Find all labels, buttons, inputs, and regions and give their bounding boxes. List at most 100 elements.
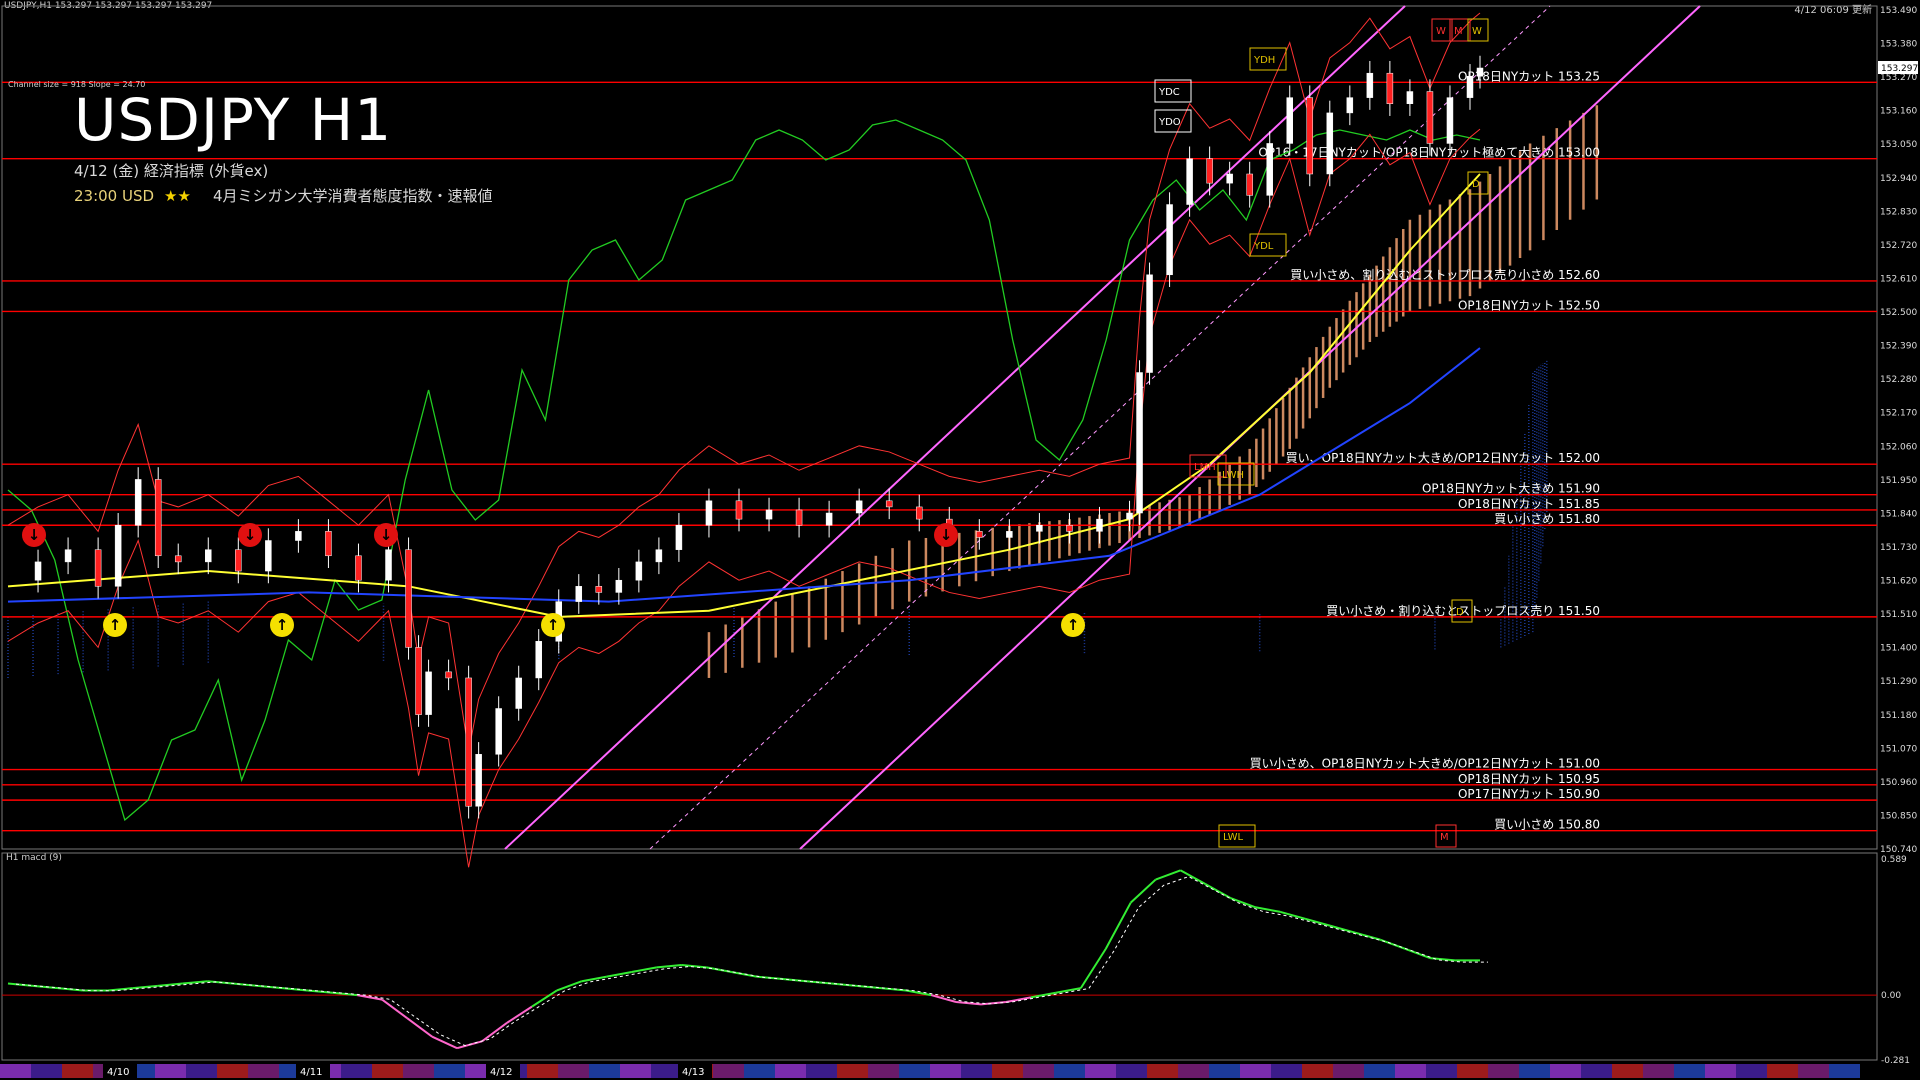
candle-body: [495, 708, 502, 755]
level-label: 買い小さめ 151.80: [1494, 512, 1600, 526]
marker-label: LWL: [1223, 832, 1244, 843]
candle-body: [425, 671, 432, 715]
candle-body: [1036, 524, 1043, 532]
arrow-glyph: ↑: [1067, 616, 1080, 634]
macd-tick: 0.00: [1881, 991, 1901, 1001]
macd-segment: [1104, 902, 1132, 950]
candle-body: [1476, 67, 1484, 77]
arrow-glyph: ↓: [380, 526, 393, 544]
candle-body: [1326, 112, 1334, 175]
current-price-label: 153.297: [1881, 64, 1918, 74]
candle-body: [615, 579, 623, 593]
price-tick: 152.830: [1880, 207, 1917, 217]
level-label: 買い小さめ 150.80: [1494, 818, 1600, 832]
candle-body: [515, 677, 522, 709]
candle-body: [595, 586, 603, 593]
marker-label: YDO: [1158, 117, 1181, 128]
candle-body: [855, 500, 863, 514]
candle-body: [415, 647, 422, 715]
chart-window: USDJPY,H1 153.297 153.297 153.297 153.29…: [0, 0, 1920, 1080]
price-tick: 151.400: [1880, 644, 1917, 654]
candle-body: [885, 500, 893, 508]
macd-label: H1 macd (9): [6, 853, 62, 863]
macd-segment: [481, 1021, 508, 1043]
marker-label: D: [1456, 607, 1464, 618]
level-label: 買い小さめ、割り込むとストップロス売り小さめ 152.60: [1290, 267, 1600, 282]
candle-body: [1136, 372, 1143, 514]
price-tick: 152.940: [1880, 174, 1917, 184]
macd-segment: [406, 1017, 433, 1038]
price-tick: 151.620: [1880, 577, 1917, 587]
macd-segment: [1180, 869, 1207, 886]
price-tick: 153.380: [1880, 40, 1917, 50]
macd-segment: [1205, 883, 1231, 899]
candle-body: [655, 549, 663, 563]
price-tick: 152.170: [1880, 409, 1917, 419]
event-stars: ★★: [164, 187, 191, 205]
marker-label: LMH: [1194, 462, 1216, 473]
candle-body: [1346, 97, 1354, 114]
price-tick: 151.840: [1880, 509, 1917, 519]
macd-tick: 0.589: [1881, 855, 1907, 865]
event-description: 4月ミシガン大学消費者態度指数・速報値: [212, 187, 493, 205]
candle-body: [795, 509, 803, 526]
macd-segment: [506, 1005, 533, 1024]
macd-segment: [1404, 947, 1431, 960]
candle-body: [915, 506, 923, 520]
candle-body: [635, 561, 643, 581]
candle-body: [465, 677, 472, 807]
price-tick: 152.610: [1880, 274, 1917, 284]
candle-body: [154, 479, 162, 557]
candle-body: [1096, 518, 1103, 532]
marker-label: LWH: [1222, 470, 1244, 481]
marker-label: M: [1440, 832, 1449, 843]
price-tick: 150.850: [1880, 811, 1917, 821]
macd-segment: [581, 975, 607, 983]
candle-body: [1386, 72, 1394, 104]
event-line: 23:00 USD ★★ 4月ミシガン大学消費者態度指数・速報値: [74, 185, 493, 206]
price-tick: 151.070: [1880, 744, 1917, 754]
candle-body: [1006, 531, 1013, 538]
price-tick: 152.500: [1880, 308, 1917, 318]
candle-body: [575, 586, 583, 602]
macd-segment: [1354, 931, 1381, 941]
candle-body: [295, 531, 302, 541]
macd-panel-frame: [1, 852, 1878, 1061]
arrow-glyph: ↓: [940, 526, 953, 544]
candle-body: [535, 641, 542, 679]
candle-body: [235, 549, 242, 572]
price-tick: 153.490: [1880, 6, 1917, 16]
candle-body: [705, 500, 713, 526]
candle-body: [265, 540, 272, 572]
arrow-glyph: ↑: [109, 616, 122, 634]
price-tick: 152.280: [1880, 375, 1917, 385]
candle-body: [205, 549, 212, 563]
macd-segment: [1255, 906, 1281, 913]
candle-body: [1206, 158, 1213, 184]
price-tick: 152.720: [1880, 241, 1917, 251]
candle-body: [64, 549, 72, 563]
candle-body: [1186, 158, 1193, 205]
price-chart[interactable]: OP18日NYカット 153.25OP16・17日NYカット/OP18日NYカッ…: [0, 0, 1920, 1080]
macd-signal: [15, 876, 1488, 1047]
candle-body: [405, 549, 412, 648]
level-label: 買い小さめ、OP18日NYカット大きめ/OP12日NYカット 151.00: [1250, 757, 1600, 771]
candle-body: [1146, 274, 1153, 373]
chart-title: USDJPY H1: [74, 86, 393, 154]
candle-body: [1166, 204, 1173, 276]
macd-segment: [631, 966, 657, 973]
candle-body: [1446, 97, 1454, 144]
rsi-line: [7, 119, 1481, 822]
candle-body: [385, 549, 392, 581]
level-label: OP17日NYカット 150.90: [1458, 787, 1600, 801]
macd-segment: [656, 964, 682, 969]
price-tick: 151.180: [1880, 711, 1917, 721]
level-label: OP18日NYカット 151.85: [1458, 497, 1600, 511]
price-tick: 151.290: [1880, 677, 1917, 687]
arrow-glyph: ↑: [276, 616, 289, 634]
macd-segment: [1305, 917, 1331, 927]
candle-body: [735, 500, 743, 520]
candle-body: [355, 555, 362, 581]
candle-body: [1226, 173, 1233, 184]
candle-body: [1246, 173, 1253, 196]
